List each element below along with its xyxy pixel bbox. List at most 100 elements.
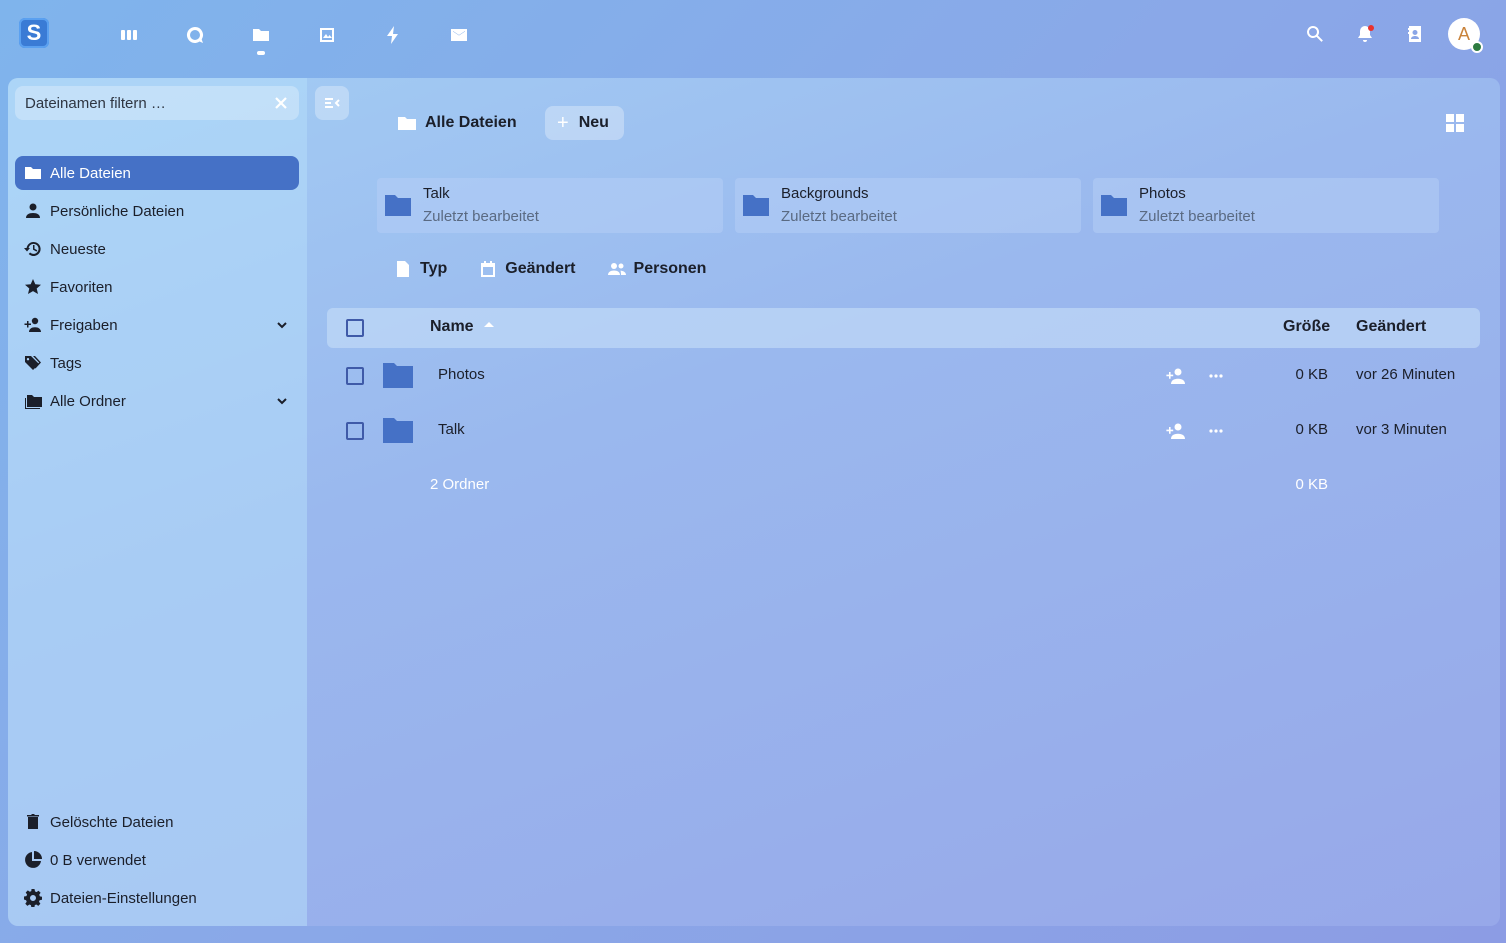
file-modified: vor 3 Minuten <box>1356 421 1447 438</box>
sidebar-item-favorites[interactable]: Favoriten <box>15 270 299 304</box>
sidebar-item-label: Alle Dateien <box>50 164 131 182</box>
sidebar-item-settings[interactable]: Dateien-Einstellungen <box>15 881 299 915</box>
sidebar-item-label: Dateien-Einstellungen <box>50 889 197 907</box>
filter-type-button[interactable]: Typ <box>394 260 447 278</box>
recent-card-subtitle: Zuletzt bearbeitet <box>781 208 897 225</box>
recent-card[interactable]: Photos Zuletzt bearbeitet <box>1093 178 1439 233</box>
filter-modified-label: Geändert <box>505 260 576 277</box>
sidebar-item-all-files[interactable]: Alle Dateien <box>15 156 299 190</box>
sidebar-item-label: Alle Ordner <box>50 392 126 410</box>
online-status-indicator <box>1471 41 1483 53</box>
breadcrumb-label: Alle Dateien <box>425 114 517 131</box>
more-actions-button[interactable] <box>1206 421 1226 441</box>
star-icon <box>24 278 42 296</box>
folder-icon <box>1100 193 1128 217</box>
sidebar: Alle Dateien Persönliche Dateien Neueste… <box>8 78 307 926</box>
photos-icon <box>320 28 334 42</box>
app-navigation <box>96 20 492 55</box>
table-row[interactable]: Talk 0 KB vor 3 Minuten <box>327 403 1480 458</box>
filter-bar: Typ Geändert Personen <box>394 260 738 278</box>
close-icon <box>275 97 287 109</box>
search-icon <box>1307 25 1323 42</box>
table-summary: 2 Ordner 0 KB <box>327 473 1480 497</box>
gear-icon <box>24 889 42 907</box>
mail-app-button[interactable] <box>426 20 492 50</box>
sidebar-item-tags[interactable]: Tags <box>15 346 299 380</box>
filename-filter-input[interactable] <box>25 94 255 112</box>
file-name[interactable]: Talk <box>438 421 465 438</box>
dashboard-icon <box>121 30 137 40</box>
contacts-icon <box>1408 26 1421 42</box>
recent-card-name: Backgrounds <box>781 185 869 202</box>
sidebar-item-all-folders[interactable]: Alle Ordner <box>15 384 299 418</box>
new-button[interactable]: + Neu <box>545 106 624 140</box>
storage-quota: 0 B verwendet <box>15 843 299 877</box>
filter-type-label: Typ <box>420 260 448 277</box>
sidebar-item-label: Favoriten <box>50 278 113 296</box>
filter-people-button[interactable]: Personen <box>607 260 706 278</box>
grid-view-toggle[interactable] <box>1445 113 1465 133</box>
search-button[interactable] <box>1290 17 1340 51</box>
breadcrumb[interactable]: Alle Dateien <box>397 110 517 136</box>
dashboard-app-button[interactable] <box>96 20 162 50</box>
chevron-down-icon[interactable] <box>275 318 289 332</box>
photos-app-button[interactable] <box>294 20 360 50</box>
folder-count: 2 Ordner <box>430 476 490 493</box>
sidebar-item-personal-files[interactable]: Persönliche Dateien <box>15 194 299 228</box>
sidebar-item-recent[interactable]: Neueste <box>15 232 299 266</box>
file-icon <box>397 261 409 277</box>
sidebar-item-label: Freigaben <box>50 316 118 334</box>
recent-card[interactable]: Talk Zuletzt bearbeitet <box>377 178 723 233</box>
total-size: 0 KB <box>1295 476 1328 493</box>
column-size-header[interactable]: Größe <box>1283 318 1330 336</box>
trash-icon <box>24 813 42 831</box>
activity-icon <box>387 26 398 44</box>
folder-icon <box>24 164 42 182</box>
folder-icon <box>382 361 414 389</box>
contacts-button[interactable] <box>1390 17 1440 51</box>
table-row[interactable]: Photos 0 KB vor 26 Minuten <box>327 348 1480 403</box>
mail-icon <box>451 29 467 41</box>
talk-app-button[interactable] <box>162 20 228 50</box>
user-avatar[interactable]: A <box>1448 18 1483 53</box>
share-button[interactable] <box>1166 421 1186 441</box>
recent-card-name: Photos <box>1139 185 1186 202</box>
clear-filter-button[interactable] <box>273 95 289 111</box>
column-name-header[interactable]: Name <box>430 318 494 336</box>
app-logo[interactable]: S <box>19 18 49 48</box>
notification-dot <box>1368 25 1374 31</box>
folders-icon <box>24 392 42 410</box>
filter-modified-button[interactable]: Geändert <box>479 260 576 278</box>
select-all-checkbox[interactable] <box>346 319 364 337</box>
notifications-button[interactable] <box>1340 17 1390 51</box>
chevron-down-icon[interactable] <box>275 394 289 408</box>
row-checkbox[interactable] <box>346 422 364 440</box>
sidebar-item-shares[interactable]: Freigaben <box>15 308 299 342</box>
pie-chart-icon <box>24 851 42 869</box>
recent-card[interactable]: Backgrounds Zuletzt bearbeitet <box>735 178 1081 233</box>
column-modified-header[interactable]: Geändert <box>1356 318 1426 336</box>
more-actions-button[interactable] <box>1206 366 1226 386</box>
toggle-sidebar-button[interactable] <box>315 86 349 120</box>
more-horizontal-icon <box>1209 429 1223 433</box>
recent-card-subtitle: Zuletzt bearbeitet <box>1139 208 1255 225</box>
sidebar-item-trash[interactable]: Gelöschte Dateien <box>15 805 299 839</box>
sidebar-item-label: Tags <box>50 354 82 372</box>
file-size: 0 KB <box>1295 421 1328 438</box>
folder-icon <box>382 416 414 444</box>
row-checkbox[interactable] <box>346 367 364 385</box>
storage-quota-label: 0 B verwendet <box>50 851 146 869</box>
folder-icon <box>398 117 416 130</box>
sort-ascending-icon <box>483 322 494 328</box>
files-table-header: Name Größe Geändert <box>327 308 1480 348</box>
share-button[interactable] <box>1166 366 1186 386</box>
file-name[interactable]: Photos <box>438 366 485 383</box>
share-icon <box>24 316 42 334</box>
files-app-panel: Alle Dateien Persönliche Dateien Neueste… <box>8 78 1500 926</box>
file-modified: vor 26 Minuten <box>1356 366 1456 383</box>
activity-app-button[interactable] <box>360 20 426 50</box>
more-horizontal-icon <box>1209 374 1223 378</box>
files-app-button[interactable] <box>228 20 294 55</box>
menu-collapse-icon <box>325 98 340 108</box>
sidebar-item-label: Gelöschte Dateien <box>50 813 174 831</box>
